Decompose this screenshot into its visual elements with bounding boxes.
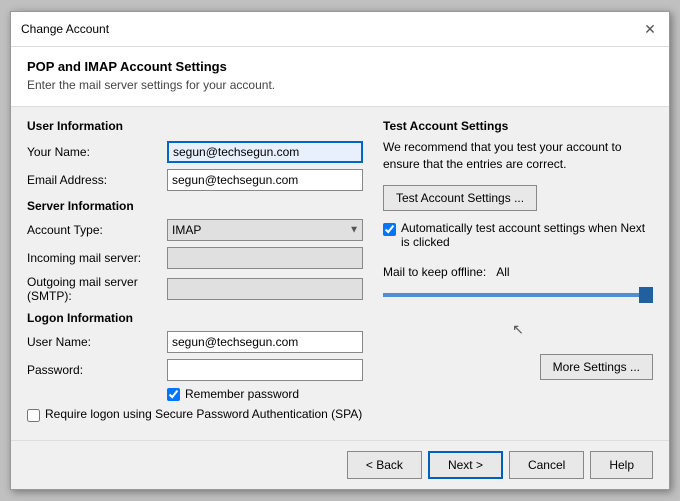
account-type-select[interactable]: IMAP POP3	[167, 219, 363, 241]
offline-section: Mail to keep offline: All ↖	[383, 265, 653, 342]
back-button[interactable]: < Back	[347, 451, 422, 479]
remember-password-label: Remember password	[185, 387, 299, 401]
auto-test-row: Automatically test account settings when…	[383, 221, 653, 249]
email-address-row: Email Address:	[27, 169, 363, 191]
your-name-label: Your Name:	[27, 145, 167, 159]
cursor-placeholder: ↖	[383, 315, 653, 342]
password-label: Password:	[27, 363, 167, 377]
outgoing-server-input[interactable]	[167, 278, 363, 300]
slider-fill	[383, 293, 653, 297]
user-name-input[interactable]	[167, 331, 363, 353]
logon-information-title: Logon Information	[27, 311, 363, 325]
main-content: User Information Your Name: Email Addres…	[11, 107, 669, 440]
cursor-icon: ↖	[512, 321, 524, 338]
your-name-row: Your Name:	[27, 141, 363, 163]
offline-label: Mail to keep offline: All	[383, 265, 653, 279]
password-input[interactable]	[167, 359, 363, 381]
close-button[interactable]: ✕	[641, 20, 659, 38]
title-bar: Change Account ✕	[11, 12, 669, 47]
user-information-title: User Information	[27, 119, 363, 133]
right-panel: Test Account Settings We recommend that …	[383, 119, 653, 428]
server-information-title: Server Information	[27, 199, 363, 213]
header-subtitle: Enter the mail server settings for your …	[27, 78, 653, 92]
user-name-label: User Name:	[27, 335, 167, 349]
your-name-input[interactable]	[167, 141, 363, 163]
next-button[interactable]: Next >	[428, 451, 503, 479]
slider-thumb[interactable]	[639, 287, 653, 303]
remember-password-row: Remember password	[167, 387, 363, 401]
test-account-settings-button[interactable]: Test Account Settings ...	[383, 185, 537, 211]
outgoing-server-label: Outgoing mail server (SMTP):	[27, 275, 167, 303]
account-type-wrapper: IMAP POP3 ▼	[167, 219, 363, 241]
offline-value: All	[496, 265, 509, 279]
cancel-button[interactable]: Cancel	[509, 451, 584, 479]
email-address-label: Email Address:	[27, 173, 167, 187]
incoming-server-label: Incoming mail server:	[27, 251, 167, 265]
left-panel: User Information Your Name: Email Addres…	[27, 119, 363, 428]
require-logon-row: Require logon using Secure Password Auth…	[27, 407, 363, 422]
incoming-server-row: Incoming mail server:	[27, 247, 363, 269]
more-settings-button[interactable]: More Settings ...	[540, 354, 653, 380]
email-address-input[interactable]	[167, 169, 363, 191]
test-settings-title: Test Account Settings	[383, 119, 653, 133]
auto-test-label: Automatically test account settings when…	[401, 221, 653, 249]
user-name-row: User Name:	[27, 331, 363, 353]
incoming-server-input[interactable]	[167, 247, 363, 269]
offline-slider-container	[383, 285, 653, 305]
header-title: POP and IMAP Account Settings	[27, 59, 653, 74]
dialog-title: Change Account	[21, 22, 109, 36]
password-row: Password:	[27, 359, 363, 381]
outgoing-server-row: Outgoing mail server (SMTP):	[27, 275, 363, 303]
remember-password-checkbox[interactable]	[167, 388, 180, 401]
account-type-row: Account Type: IMAP POP3 ▼	[27, 219, 363, 241]
footer: < Back Next > Cancel Help	[11, 440, 669, 489]
require-logon-label: Require logon using Secure Password Auth…	[45, 407, 362, 421]
auto-test-checkbox[interactable]	[383, 223, 396, 236]
require-logon-checkbox[interactable]	[27, 409, 40, 422]
change-account-dialog: Change Account ✕ POP and IMAP Account Se…	[10, 11, 670, 490]
account-type-label: Account Type:	[27, 223, 167, 237]
header-section: POP and IMAP Account Settings Enter the …	[11, 47, 669, 107]
test-description: We recommend that you test your account …	[383, 139, 653, 173]
help-button[interactable]: Help	[590, 451, 653, 479]
